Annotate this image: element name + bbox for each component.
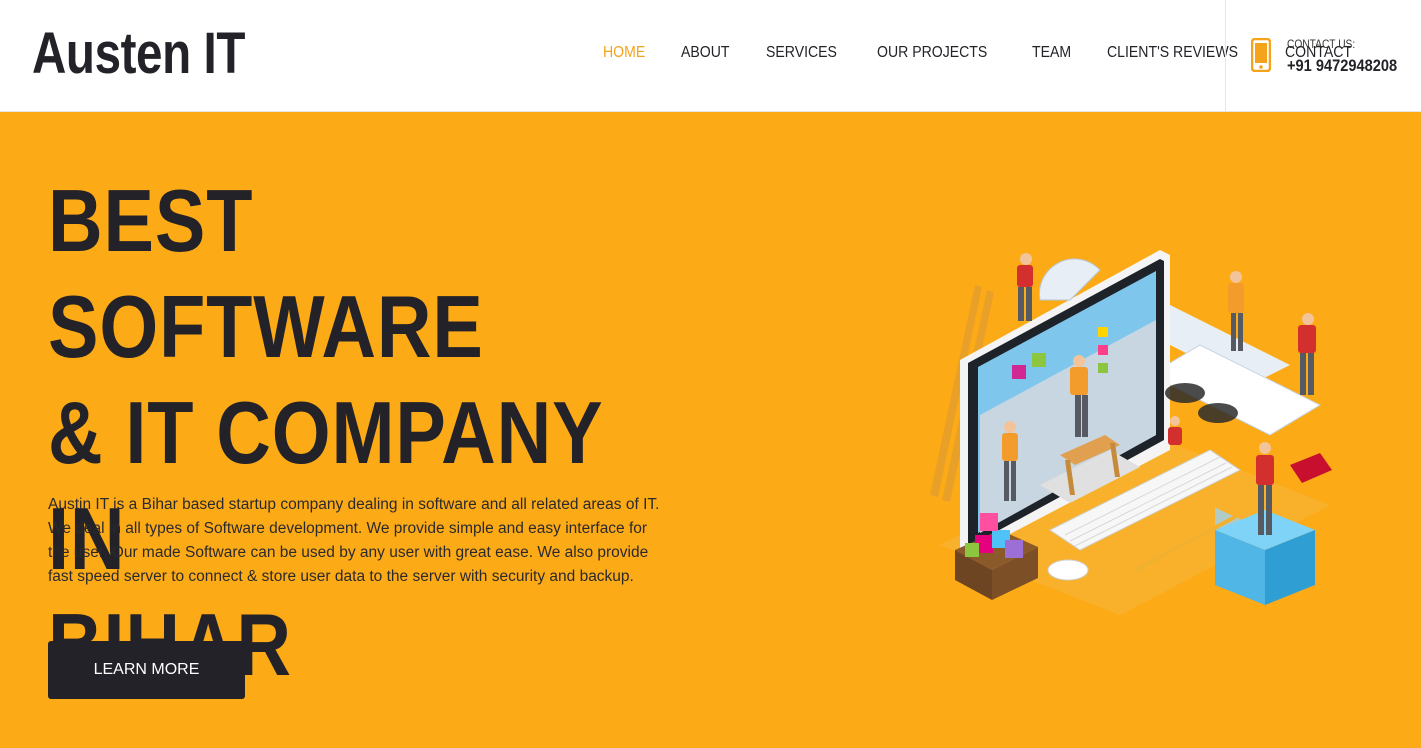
contact-phone[interactable]: +91 9472948208: [1287, 56, 1397, 76]
isometric-software-team-illustration: [930, 250, 1332, 615]
contact-label: CONTACT US:: [1287, 37, 1356, 51]
hero-title-line: BEST SOFTWARE: [48, 171, 484, 376]
nav-item-our-projects[interactable]: OUR PROJECTS: [877, 44, 987, 62]
nav-item-about[interactable]: ABOUT: [681, 44, 730, 62]
nav-item-home[interactable]: HOME: [603, 44, 645, 62]
site-header: Austen IT HOME ABOUT SERVICES OUR PROJEC…: [0, 0, 1421, 112]
nav-item-team[interactable]: TEAM: [1032, 44, 1071, 62]
mobile-phone-icon: [1251, 38, 1271, 72]
learn-more-button[interactable]: LEARN MORE: [48, 641, 245, 699]
nav-item-clients-reviews[interactable]: CLIENT'S REVIEWS: [1107, 44, 1238, 62]
nav-item-services[interactable]: SERVICES: [766, 44, 837, 62]
site-logo[interactable]: Austen IT: [32, 20, 245, 87]
header-contact: CONTACT US: +91 9472948208: [1225, 0, 1421, 112]
hero-title: BEST SOFTWARE & IT COMPANY IN BIHAR: [48, 168, 650, 698]
hero-description: Austin IT is a Bihar based startup compa…: [48, 496, 660, 585]
